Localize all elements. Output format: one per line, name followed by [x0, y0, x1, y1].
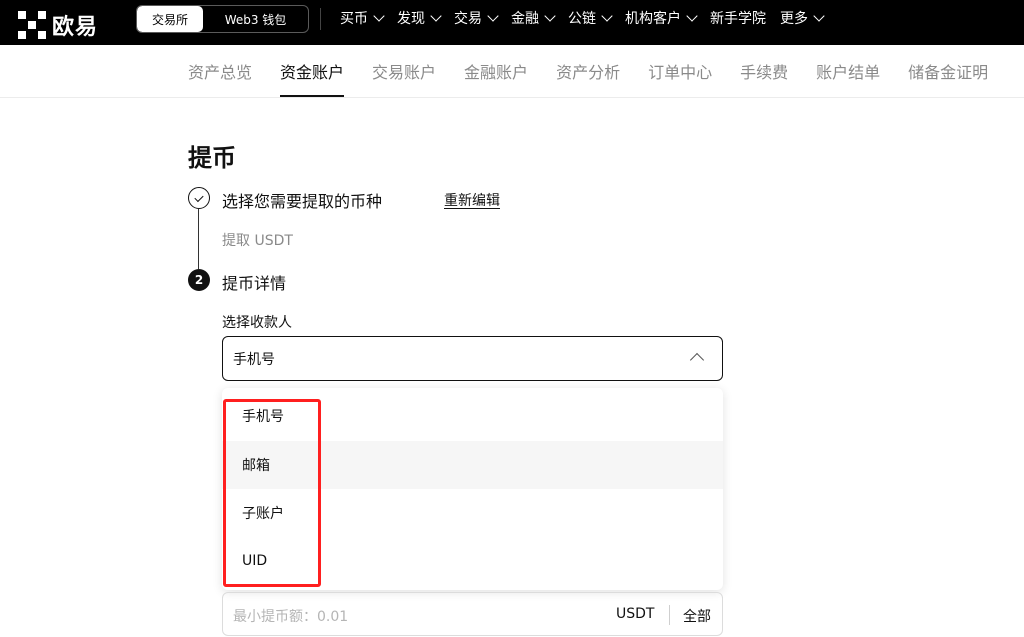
exchange-tab[interactable]: 交易所	[137, 6, 203, 32]
nav-item-2[interactable]: 交易	[454, 8, 499, 28]
nav-item-label: 公链	[568, 11, 596, 27]
step-connector	[198, 209, 199, 269]
top-nav: 欧易 交易所 Web3 钱包 买币 发现 交易 金融 公链 机构客户 新手学院 更多	[0, 0, 1024, 45]
step2-label: 提币详情	[222, 274, 287, 293]
logo-text: 欧易	[52, 15, 99, 40]
chevron-down-icon	[686, 10, 698, 22]
nav-item-label: 发现	[397, 11, 425, 27]
step1-check-icon	[188, 187, 210, 209]
amount-input[interactable]: 最小提币额：0.01 USDT 全部	[222, 592, 723, 636]
chevron-down-icon	[813, 10, 825, 22]
nav-divider	[320, 8, 321, 30]
subnav-tab-5[interactable]: 订单中心	[648, 45, 712, 97]
payee-select-value: 手机号	[233, 351, 275, 368]
chevron-down-icon	[373, 10, 385, 22]
sub-nav: 资产总览 资金账户 交易账户 金融账户 资产分析 订单中心 手续费 账户结单 储备金证明	[0, 45, 1024, 98]
sub-nav-items: 资产总览 资金账户 交易账户 金融账户 资产分析 订单中心 手续费 账户结单 储备金证明	[188, 45, 988, 97]
chevron-up-icon	[689, 352, 705, 368]
payee-select[interactable]: 手机号	[222, 336, 723, 381]
mode-switch: 交易所 Web3 钱包	[136, 5, 309, 33]
nav-item-label: 交易	[454, 11, 482, 27]
subnav-tab-8[interactable]: 储备金证明	[908, 45, 988, 97]
web3-wallet-tab[interactable]: Web3 钱包	[203, 6, 308, 32]
nav-item-5[interactable]: 机构客户	[625, 8, 698, 28]
subnav-tab-1[interactable]: 资金账户	[280, 45, 345, 97]
subnav-tab-2[interactable]: 交易账户	[372, 45, 436, 97]
step1-summary: 提取 USDT	[222, 233, 293, 249]
subnav-tab-7[interactable]: 账户结单	[816, 45, 880, 97]
main-nav: 买币 发现 交易 金融 公链 机构客户 新手学院 更多	[340, 0, 825, 36]
subnav-tab-3[interactable]: 金融账户	[464, 45, 528, 97]
nav-item-6[interactable]: 新手学院	[710, 8, 766, 28]
nav-item-label: 机构客户	[625, 11, 681, 27]
amount-placeholder: 最小提币额：0.01	[233, 609, 349, 625]
nav-item-label: 买币	[340, 11, 368, 27]
chevron-down-icon	[601, 10, 613, 22]
amount-unit: USDT	[616, 606, 655, 622]
all-button[interactable]: 全部	[683, 606, 711, 626]
chevron-down-icon	[487, 10, 499, 22]
nav-item-label: 金融	[511, 11, 539, 27]
payee-label: 选择收款人	[222, 315, 292, 331]
okx-logo-icon	[18, 11, 46, 39]
nav-item-label: 新手学院	[710, 11, 766, 27]
nav-item-1[interactable]: 发现	[397, 8, 442, 28]
amount-divider	[669, 605, 670, 625]
step2-badge: 2	[188, 269, 210, 291]
page-title: 提币	[188, 144, 236, 172]
nav-item-0[interactable]: 买币	[340, 8, 385, 28]
step1-label: 选择您需要提取的币种	[222, 192, 383, 211]
chevron-down-icon	[544, 10, 556, 22]
logo[interactable]: 欧易	[18, 9, 98, 41]
nav-item-label: 更多	[780, 11, 808, 27]
subnav-tab-0[interactable]: 资产总览	[188, 45, 252, 97]
re-edit-link[interactable]: 重新编辑	[444, 190, 500, 210]
nav-item-4[interactable]: 公链	[568, 8, 613, 28]
nav-item-7[interactable]: 更多	[780, 8, 825, 28]
nav-item-3[interactable]: 金融	[511, 8, 556, 28]
subnav-tab-4[interactable]: 资产分析	[556, 45, 620, 97]
annotation-highlight-box	[223, 399, 321, 587]
subnav-tab-6[interactable]: 手续费	[740, 45, 788, 97]
chevron-down-icon	[430, 10, 442, 22]
